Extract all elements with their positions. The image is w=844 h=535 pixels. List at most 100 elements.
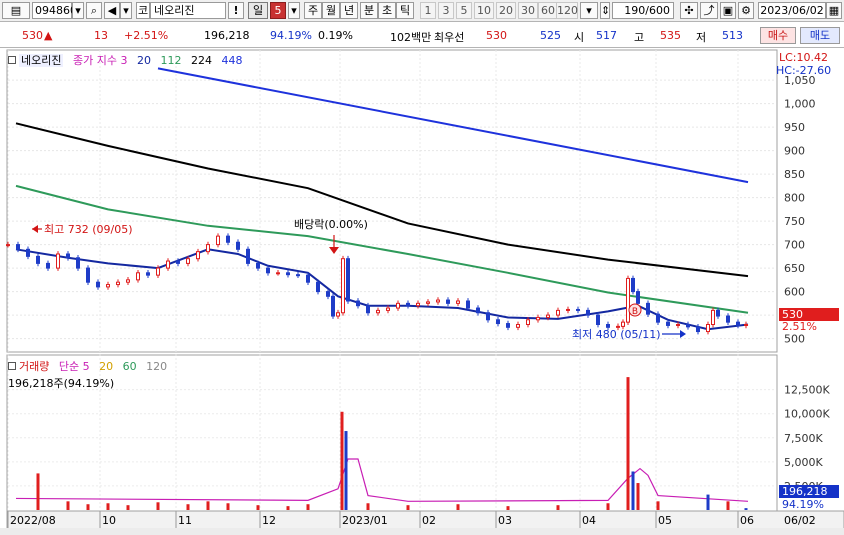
interval-5-button[interactable]: 5 [456, 2, 472, 19]
candle-body [596, 314, 600, 326]
best-ask: 530 [486, 29, 507, 42]
volume-ma60[interactable]: 60 [123, 360, 137, 373]
candle-body [76, 257, 80, 269]
candle-body [316, 281, 320, 293]
legend-box-icon[interactable] [8, 362, 16, 370]
sound-icon[interactable]: ◀ [104, 2, 120, 19]
legend-box-icon[interactable] [8, 56, 16, 64]
month-tick-label: 2022/08 [10, 514, 56, 527]
period-tick-button[interactable]: 틱 [396, 2, 414, 19]
volume-bar [506, 506, 510, 510]
high-price: 535 [660, 29, 681, 42]
volume-bar [636, 483, 640, 510]
price-change: 13 [94, 29, 108, 42]
gear-icon[interactable]: ⚙ [738, 2, 754, 19]
volume-ma120[interactable]: 120 [146, 360, 167, 373]
candle-body [466, 300, 470, 309]
volume-ma20[interactable]: 20 [99, 360, 113, 373]
code-dropdown-icon[interactable]: ▾ [72, 2, 84, 19]
low-price: 513 [722, 29, 743, 42]
candle-body [396, 302, 400, 309]
volume-title[interactable]: 거래량 [19, 360, 49, 373]
volume-bar [86, 504, 90, 510]
legend-ma448[interactable]: 448 [221, 54, 242, 67]
price-legend: 네오리진 종가 지수 3 20 112 224 448 [8, 52, 248, 68]
interval-20-button[interactable]: 20 [496, 2, 516, 19]
volume-ma-title[interactable]: 단순 5 [59, 360, 90, 373]
current-price: 530 [22, 29, 43, 42]
volume-bar [340, 411, 344, 510]
candle-body [136, 272, 140, 281]
candle-body [726, 315, 730, 323]
interval-30-button[interactable]: 30 [518, 2, 538, 19]
period-daily-button[interactable]: 일 [248, 2, 268, 19]
interval-10-button[interactable]: 10 [474, 2, 494, 19]
candle-body [356, 300, 360, 307]
candle-body [686, 324, 690, 328]
volume-bar [256, 505, 260, 510]
tool-cross-icon[interactable]: ✣ [680, 2, 698, 19]
candle-body [126, 279, 130, 283]
volume-bar [631, 471, 635, 510]
high-label: 고 [634, 31, 645, 44]
legend-stock-name[interactable]: 네오리진 [19, 54, 64, 67]
sound-dropdown-icon[interactable]: ▾ [120, 2, 132, 19]
volume-bar [206, 501, 210, 510]
volume-bar [706, 494, 710, 510]
scrollbar[interactable] [0, 528, 844, 535]
candle-body [341, 258, 345, 314]
candle-body [96, 281, 100, 288]
period-dropdown-icon[interactable]: ▾ [288, 2, 300, 19]
stock-chart[interactable]: 1,0501,000950900850800750700650600550500… [0, 49, 844, 535]
interval-60-button[interactable]: 60 [538, 2, 558, 19]
volume-bar [366, 503, 370, 510]
search-icon[interactable]: ⌕ [86, 2, 102, 19]
legend-ma-title[interactable]: 종가 지수 3 [73, 54, 127, 67]
candle-body [196, 251, 200, 260]
month-tick-label: 02 [422, 514, 436, 527]
date-input[interactable]: 2023/06/02 [758, 2, 826, 19]
candle-body [496, 319, 500, 325]
stock-code-input[interactable]: 094860 [32, 2, 77, 19]
candle-body [286, 272, 290, 276]
candle-body [66, 253, 70, 259]
month-tick-label: 10 [102, 514, 116, 527]
chart-settings-icon[interactable]: ▤ [2, 2, 30, 19]
volume-axis: 12,500K10,000K7,500K5,000K2,500K [784, 384, 830, 493]
calendar-icon[interactable]: ▦ [826, 2, 842, 19]
period-count[interactable]: 5 [270, 2, 286, 19]
stepper-icon[interactable]: ⇕ [600, 2, 610, 19]
period-second-button[interactable]: 초 [378, 2, 396, 19]
sell-button[interactable]: 매도 [800, 27, 840, 44]
volume-bar [186, 504, 190, 510]
volume-bar [344, 431, 348, 510]
period-yearly-button[interactable]: 년 [340, 2, 358, 19]
candle-body [706, 324, 710, 333]
candle-body [711, 309, 715, 325]
toolbar: ▤ 094860 ▾ ⌕ ◀ ▾ 코 네오리진 ! 일 5 ▾ 주 월 년 분 … [0, 0, 844, 22]
volume-bar [456, 504, 460, 510]
save-icon[interactable]: ▣ [720, 2, 736, 19]
high-annotation: 최고 732 (09/05) [44, 223, 133, 236]
candle-body [186, 258, 190, 264]
legend-ma20[interactable]: 20 [137, 54, 151, 67]
interval-dropdown-icon[interactable]: ▾ [580, 2, 598, 19]
legend-ma224[interactable]: 224 [191, 54, 212, 67]
period-minute-button[interactable]: 분 [360, 2, 378, 19]
buy-button[interactable]: 매수 [760, 27, 796, 44]
volume-tick-label: 12,500K [784, 384, 830, 397]
open-label: 시 [574, 31, 585, 44]
period-monthly-button[interactable]: 월 [322, 2, 340, 19]
legend-ma112[interactable]: 112 [160, 54, 181, 67]
interval-3-button[interactable]: 3 [438, 2, 454, 19]
volume-bar [744, 508, 748, 510]
interval-1-button[interactable]: 1 [420, 2, 436, 19]
alert-button[interactable]: ! [228, 2, 244, 19]
interval-120-button[interactable]: 120 [556, 2, 578, 19]
period-weekly-button[interactable]: 주 [304, 2, 322, 19]
data-count-input[interactable]: 190/600 [612, 2, 674, 19]
best-bid: 525 [540, 29, 561, 42]
hc-readout: HC:-27.60 [776, 64, 831, 77]
candle-body [736, 321, 740, 326]
tool-trend-icon[interactable]: ⤴ [700, 2, 718, 19]
